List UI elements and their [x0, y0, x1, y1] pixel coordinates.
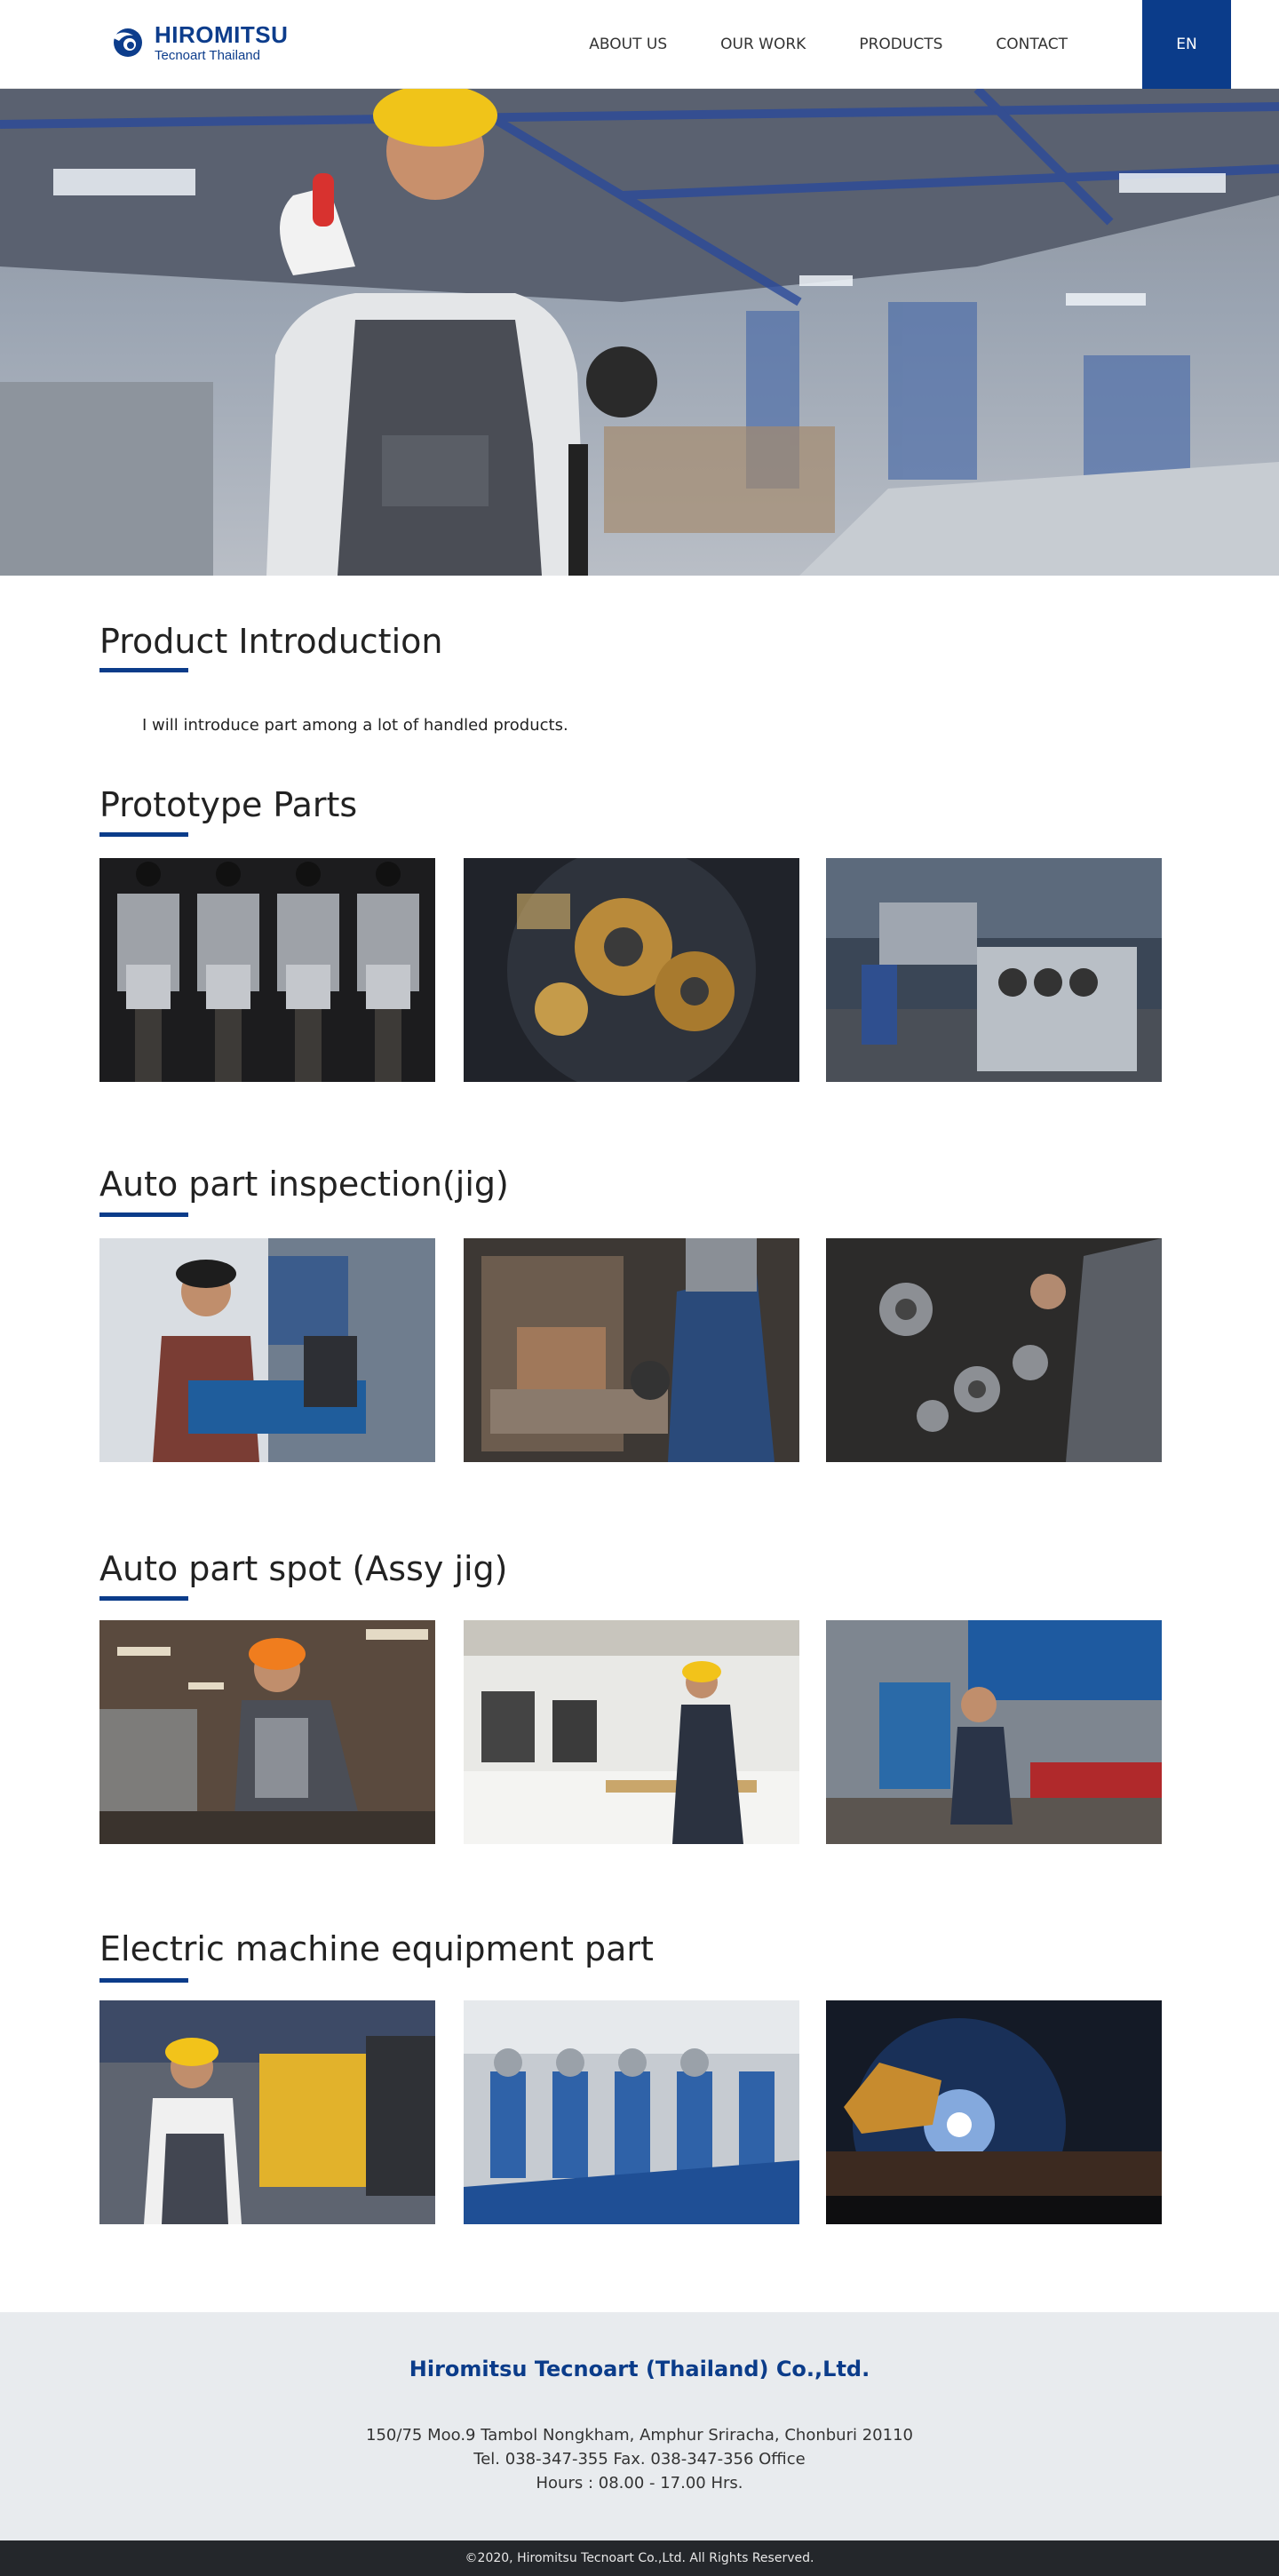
site-logo[interactable]: HIROMITSU Tecnoart Thailand: [107, 23, 288, 62]
copyright-text: ©2020, Hiromitsu Tecnoart Co.,Ltd. All R…: [465, 2551, 814, 2565]
footer-phone: Tel. 038-347-355 Fax. 038-347-356 Office: [473, 2450, 806, 2469]
nav-products[interactable]: PRODUCTS: [832, 0, 969, 89]
product-image-engine-block[interactable]: [826, 858, 1162, 1082]
copyright-bar: ©2020, Hiromitsu Tecnoart Co.,Ltd. All R…: [0, 2540, 1279, 2576]
footer-address: 150/75 Moo.9 Tambol Nongkham, Amphur Sri…: [366, 2426, 913, 2445]
electric-image-worker-crossed-arms[interactable]: [99, 2000, 435, 2224]
assy-image-worker-orange-helmet[interactable]: [99, 1620, 435, 1844]
section-underline: [99, 1596, 188, 1601]
logo-name: HIROMITSU: [155, 21, 289, 48]
footer-company-name: Hiromitsu Tecnoart (Thailand) Co.,Ltd.: [409, 2357, 870, 2381]
section-title-prototype-parts: Prototype Parts: [99, 785, 358, 824]
product-image-gears[interactable]: [464, 858, 799, 1082]
intro-text: I will introduce part among a lot of han…: [142, 716, 568, 735]
logo-subtitle: Tecnoart Thailand: [155, 48, 260, 63]
electric-image-production-line[interactable]: [464, 2000, 799, 2224]
logo-mark-icon: [112, 28, 142, 57]
assy-image-blue-machine[interactable]: [826, 1620, 1162, 1844]
section-underline: [99, 1212, 188, 1217]
inspection-image-worker-lathe[interactable]: [99, 1238, 435, 1462]
section-underline: [99, 1978, 188, 1983]
intro-title-underline: [99, 668, 188, 672]
section-title-electric-machine: Electric machine equipment part: [99, 1929, 654, 1968]
intro-title: Product Introduction: [99, 622, 443, 661]
site-header: HIROMITSU Tecnoart Thailand ABOUT US OUR…: [0, 0, 1279, 89]
inspection-image-gear-parts[interactable]: [826, 1238, 1162, 1462]
nav-contact[interactable]: CONTACT: [969, 0, 1094, 89]
electric-image-welding[interactable]: [826, 2000, 1162, 2224]
main-nav: ABOUT US OUR WORK PRODUCTS CONTACT EN: [562, 0, 1279, 89]
language-button[interactable]: EN: [1142, 0, 1231, 89]
site-footer: Hiromitsu Tecnoart (Thailand) Co.,Ltd. 1…: [0, 2312, 1279, 2540]
inspection-image-press-machine[interactable]: [464, 1238, 799, 1462]
nav-our-work[interactable]: OUR WORK: [694, 0, 832, 89]
hero-image: [0, 89, 1279, 576]
nav-about-us[interactable]: ABOUT US: [562, 0, 694, 89]
product-image-engine-pistons[interactable]: [99, 858, 435, 1082]
assy-image-clean-factory[interactable]: [464, 1620, 799, 1844]
section-underline: [99, 832, 188, 837]
footer-hours: Hours : 08.00 - 17.00 Hrs.: [536, 2474, 743, 2493]
section-title-auto-part-inspection: Auto part inspection(jig): [99, 1165, 509, 1204]
section-title-auto-part-spot: Auto part spot (Assy jig): [99, 1549, 508, 1588]
